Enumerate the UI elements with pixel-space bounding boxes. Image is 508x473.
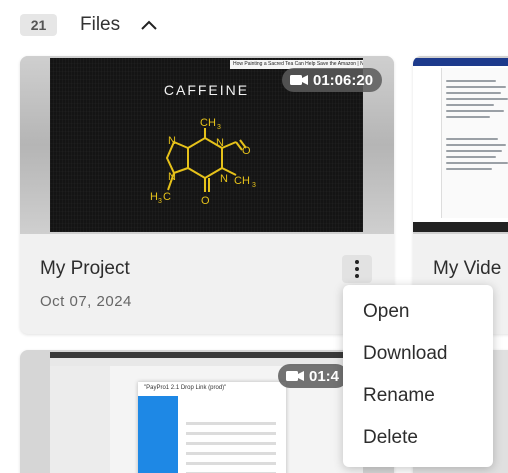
svg-text:CH: CH bbox=[200, 117, 216, 129]
svg-text:3: 3 bbox=[217, 124, 221, 131]
svg-text:C: C bbox=[163, 191, 171, 203]
video-thumbnail[interactable] bbox=[413, 56, 508, 234]
duration-text: 01:06:20 bbox=[313, 71, 374, 89]
menu-item-delete[interactable]: Delete bbox=[343, 422, 493, 464]
file-title[interactable]: My Vide bbox=[433, 258, 501, 280]
video-thumbnail[interactable]: "PayPro1 2.1 Drop Link (prod)" 01:4 bbox=[20, 350, 394, 473]
menu-item-rename[interactable]: Rename bbox=[343, 380, 493, 422]
more-options-icon[interactable] bbox=[342, 255, 372, 283]
files-count-badge: 21 bbox=[20, 14, 57, 36]
files-heading: Files bbox=[80, 14, 121, 35]
file-title[interactable]: My Project bbox=[40, 258, 130, 280]
files-header: 21 Files bbox=[20, 12, 158, 38]
svg-text:CH: CH bbox=[234, 175, 250, 187]
thumbnail-modal-title: "PayPro1 2.1 Drop Link (prod)" bbox=[144, 385, 227, 391]
svg-text:N: N bbox=[168, 135, 176, 147]
svg-text:3: 3 bbox=[158, 198, 162, 205]
file-context-menu: Open Download Rename Delete bbox=[343, 285, 493, 467]
svg-text:N: N bbox=[216, 137, 224, 149]
menu-item-download[interactable]: Download bbox=[343, 338, 493, 380]
duration-badge: 01:4 bbox=[278, 364, 349, 388]
svg-text:N: N bbox=[220, 173, 228, 185]
file-date: Oct 07, 2024 bbox=[40, 293, 132, 310]
video-thumbnail[interactable]: How Painting a Sacred Tea Can Help Save … bbox=[20, 56, 394, 234]
file-card[interactable]: How Painting a Sacred Tea Can Help Save … bbox=[20, 56, 394, 334]
file-card[interactable]: "PayPro1 2.1 Drop Link (prod)" 01:4 bbox=[20, 350, 394, 473]
menu-item-open[interactable]: Open bbox=[343, 296, 493, 338]
duration-badge: 01:06:20 bbox=[282, 68, 383, 92]
svg-text:N: N bbox=[168, 171, 176, 183]
duration-text: 01:4 bbox=[309, 367, 340, 385]
chevron-up-icon[interactable] bbox=[140, 16, 158, 34]
video-camera-icon bbox=[286, 370, 304, 382]
svg-text:3: 3 bbox=[252, 182, 256, 189]
svg-text:O: O bbox=[201, 195, 210, 207]
svg-text:O: O bbox=[242, 145, 251, 157]
svg-text:H: H bbox=[150, 191, 158, 203]
video-camera-icon bbox=[290, 74, 308, 86]
